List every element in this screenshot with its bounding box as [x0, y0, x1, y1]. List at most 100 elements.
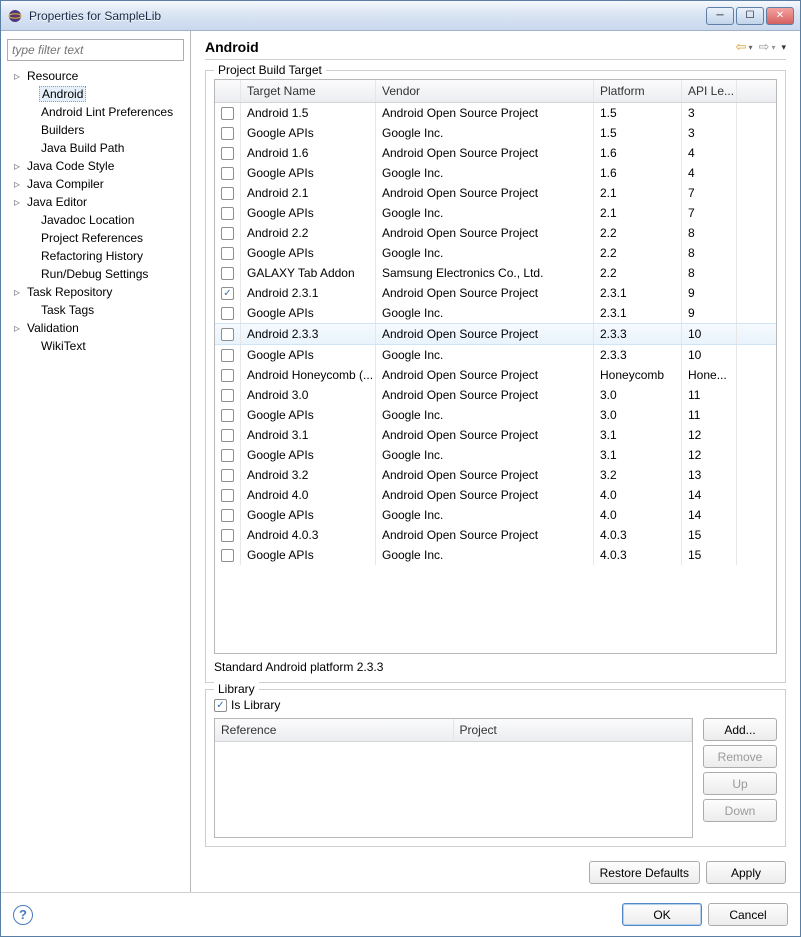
target-checkbox[interactable] — [221, 429, 234, 442]
target-checkbox[interactable] — [221, 349, 234, 362]
tree-item[interactable]: ▹Resource — [7, 67, 184, 85]
table-row[interactable]: Google APIsGoogle Inc.3.011 — [215, 405, 776, 425]
expand-icon: ▹ — [11, 70, 23, 82]
table-row[interactable]: Android 3.0Android Open Source Project3.… — [215, 385, 776, 405]
table-row[interactable]: Google APIsGoogle Inc.4.014 — [215, 505, 776, 525]
table-row[interactable]: Google APIsGoogle Inc.3.112 — [215, 445, 776, 465]
table-row[interactable]: ✓Android 2.3.1Android Open Source Projec… — [215, 283, 776, 303]
cancel-button[interactable]: Cancel — [708, 903, 788, 926]
tree-item[interactable]: ▹Java Editor — [7, 193, 184, 211]
down-button[interactable]: Down — [703, 799, 777, 822]
category-sidebar: ▹ResourceAndroidAndroid Lint Preferences… — [1, 31, 191, 892]
table-row[interactable]: Android 3.2Android Open Source Project3.… — [215, 465, 776, 485]
target-checkbox[interactable] — [221, 549, 234, 562]
target-checkbox[interactable] — [221, 267, 234, 280]
filter-input[interactable] — [7, 39, 184, 61]
tree-item[interactable]: Builders — [7, 121, 184, 139]
table-row[interactable]: Android 4.0.3Android Open Source Project… — [215, 525, 776, 545]
col-vendor[interactable]: Vendor — [376, 80, 594, 102]
table-row[interactable]: Google APIsGoogle Inc.1.64 — [215, 163, 776, 183]
cell-target-name: Google APIs — [241, 123, 376, 143]
target-checkbox[interactable] — [221, 529, 234, 542]
apply-button[interactable]: Apply — [706, 861, 786, 884]
target-checkbox[interactable] — [221, 307, 234, 320]
category-tree[interactable]: ▹ResourceAndroidAndroid Lint Preferences… — [7, 67, 184, 884]
table-row[interactable]: Android 1.5Android Open Source Project1.… — [215, 103, 776, 123]
library-table[interactable]: Reference Project — [214, 718, 693, 838]
table-row[interactable]: Google APIsGoogle Inc.1.53 — [215, 123, 776, 143]
tree-item[interactable]: Android — [7, 85, 184, 103]
target-checkbox[interactable] — [221, 187, 234, 200]
target-checkbox[interactable] — [221, 369, 234, 382]
cell-platform: 4.0.3 — [594, 525, 682, 545]
target-checkbox[interactable] — [221, 247, 234, 260]
table-row[interactable]: GALAXY Tab AddonSamsung Electronics Co.,… — [215, 263, 776, 283]
maximize-button[interactable]: ☐ — [736, 7, 764, 25]
help-icon[interactable]: ? — [13, 905, 33, 925]
col-target[interactable]: Target Name — [241, 80, 376, 102]
col-reference[interactable]: Reference — [215, 719, 454, 741]
titlebar[interactable]: Properties for SampleLib ─ ☐ ✕ — [1, 1, 800, 31]
target-checkbox[interactable] — [221, 107, 234, 120]
target-checkbox[interactable] — [221, 328, 234, 341]
col-platform[interactable]: Platform — [594, 80, 682, 102]
target-checkbox[interactable] — [221, 147, 234, 160]
table-row[interactable]: Android Honeycomb (...Android Open Sourc… — [215, 365, 776, 385]
target-checkbox[interactable] — [221, 489, 234, 502]
close-button[interactable]: ✕ — [766, 7, 794, 25]
restore-defaults-button[interactable]: Restore Defaults — [589, 861, 700, 884]
tree-item[interactable]: ▹Task Repository — [7, 283, 184, 301]
table-row[interactable]: Google APIsGoogle Inc.2.17 — [215, 203, 776, 223]
forward-icon[interactable]: ⇨▾ — [759, 39, 776, 55]
tree-item[interactable]: Javadoc Location — [7, 211, 184, 229]
target-checkbox[interactable] — [221, 207, 234, 220]
tree-item[interactable]: Task Tags — [7, 301, 184, 319]
build-target-status: Standard Android platform 2.3.3 — [214, 660, 777, 674]
tree-item[interactable]: Project References — [7, 229, 184, 247]
add-button[interactable]: Add... — [703, 718, 777, 741]
col-project[interactable]: Project — [454, 719, 693, 741]
cell-platform: 2.2 — [594, 223, 682, 243]
remove-button[interactable]: Remove — [703, 745, 777, 768]
menu-icon[interactable]: ▾ — [781, 39, 786, 55]
col-api[interactable]: API Le... — [682, 80, 737, 102]
target-checkbox[interactable] — [221, 469, 234, 482]
table-row[interactable]: Google APIsGoogle Inc.2.3.19 — [215, 303, 776, 323]
minimize-button[interactable]: ─ — [706, 7, 734, 25]
tree-item[interactable]: ▹Java Compiler — [7, 175, 184, 193]
table-row[interactable]: Android 2.1Android Open Source Project2.… — [215, 183, 776, 203]
table-row[interactable]: Android 1.6Android Open Source Project1.… — [215, 143, 776, 163]
target-checkbox[interactable] — [221, 449, 234, 462]
table-row[interactable]: Android 2.3.3Android Open Source Project… — [215, 323, 776, 345]
table-row[interactable]: Android 3.1Android Open Source Project3.… — [215, 425, 776, 445]
table-row[interactable]: Google APIsGoogle Inc.2.3.310 — [215, 345, 776, 365]
target-checkbox[interactable] — [221, 167, 234, 180]
tree-item[interactable]: Android Lint Preferences — [7, 103, 184, 121]
tree-item[interactable]: WikiText — [7, 337, 184, 355]
expand-icon: ▹ — [11, 178, 23, 190]
table-row[interactable]: Google APIsGoogle Inc.4.0.315 — [215, 545, 776, 565]
target-checkbox[interactable] — [221, 127, 234, 140]
tree-item[interactable]: ▹Validation — [7, 319, 184, 337]
target-checkbox[interactable] — [221, 409, 234, 422]
back-icon[interactable]: ⇦▾ — [736, 39, 753, 55]
target-checkbox[interactable] — [221, 509, 234, 522]
tree-item[interactable]: Java Build Path — [7, 139, 184, 157]
target-checkbox[interactable]: ✓ — [221, 287, 234, 300]
target-checkbox[interactable] — [221, 227, 234, 240]
target-checkbox[interactable] — [221, 389, 234, 402]
table-row[interactable]: Android 2.2Android Open Source Project2.… — [215, 223, 776, 243]
tree-item[interactable]: ▹Java Code Style — [7, 157, 184, 175]
is-library-checkbox[interactable]: ✓ — [214, 699, 227, 712]
tree-item[interactable]: Refactoring History — [7, 247, 184, 265]
cell-vendor: Google Inc. — [376, 163, 594, 183]
cell-platform: 1.6 — [594, 163, 682, 183]
cell-api: 15 — [682, 545, 737, 565]
table-row[interactable]: Android 4.0Android Open Source Project4.… — [215, 485, 776, 505]
up-button[interactable]: Up — [703, 772, 777, 795]
ok-button[interactable]: OK — [622, 903, 702, 926]
cell-api: 10 — [682, 324, 737, 344]
build-target-table[interactable]: Target Name Vendor Platform API Le... An… — [214, 79, 777, 654]
tree-item[interactable]: Run/Debug Settings — [7, 265, 184, 283]
table-row[interactable]: Google APIsGoogle Inc.2.28 — [215, 243, 776, 263]
